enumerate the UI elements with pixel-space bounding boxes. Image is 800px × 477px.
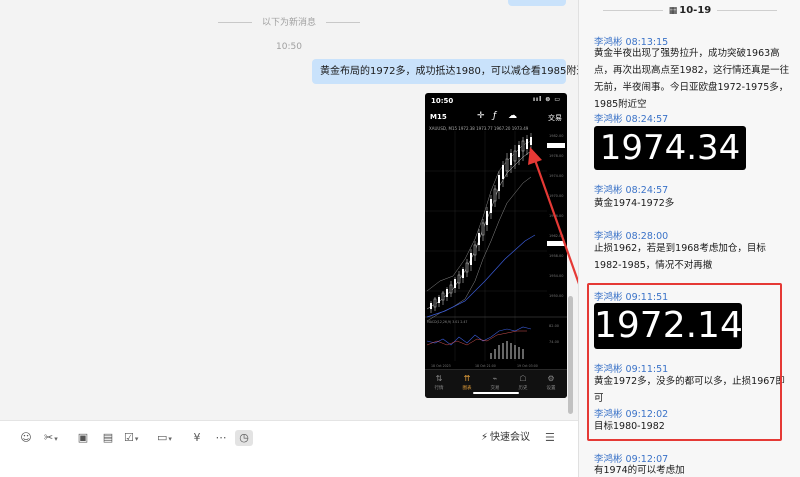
lightning-icon: ⚡ <box>481 432 489 443</box>
crosshair-icon: ✛ <box>477 111 485 121</box>
message-text[interactable]: 有1974的可以考虑加 <box>594 462 792 477</box>
date-label: 10-19 <box>679 5 712 16</box>
shared-screenshot-image[interactable]: 10:50 ııl ⊜ ▭ M15 ✛ ƒ ☁ 交易 XAUUSD, M15 1… <box>425 93 567 398</box>
phone-status-bar: 10:50 ııl ⊜ ▭ <box>425 93 567 109</box>
svg-text:MACD(12,26,9) 3.01 2.47: MACD(12,26,9) 3.01 2.47 <box>427 320 467 324</box>
task-checkbox-icon[interactable]: ☑ <box>124 430 138 446</box>
new-messages-divider: 以下为新消息 <box>0 15 578 28</box>
trade-icon: ⌁ <box>492 374 498 383</box>
nav-label: 图表 <box>462 386 472 391</box>
svg-text:82.00: 82.00 <box>549 324 559 328</box>
calendar-icon: ▦ <box>668 6 678 16</box>
trade-label: 交易 <box>548 114 562 122</box>
nav-label: 设置 <box>546 386 556 391</box>
svg-text:74.00: 74.00 <box>549 340 559 344</box>
message-text[interactable]: 止损1962，若是到1968考虑加仓，目标1982-1985，情况不对再撤 <box>594 240 792 274</box>
nav-chart: ⇈ 图表 <box>455 373 479 391</box>
phone-clock: 10:50 <box>431 97 454 105</box>
nav-label: 历史 <box>518 386 528 391</box>
svg-text:1966.00: 1966.00 <box>549 214 563 218</box>
screenshot-scissors-icon[interactable]: ✂ <box>44 430 58 446</box>
highlight-box <box>587 283 782 441</box>
timeframe-label: M15 <box>430 113 447 121</box>
message-text[interactable]: 黄金1974-1972多 <box>594 195 792 212</box>
svg-text:19 Oct 03:00: 19 Oct 03:00 <box>517 364 538 368</box>
svg-text:1982.00: 1982.00 <box>549 134 563 138</box>
phone-chart-toolbar: M15 ✛ ƒ ☁ 交易 <box>425 109 567 125</box>
nav-label: 交易 <box>490 386 500 391</box>
svg-text:1950.00: 1950.00 <box>549 294 563 298</box>
document-icon[interactable]: ▤ <box>100 430 116 446</box>
svg-text:1978.00: 1978.00 <box>549 154 563 158</box>
history-icon: ☖ <box>519 374 527 383</box>
nav-history: ☖ 历史 <box>511 373 535 391</box>
message-input-area[interactable]: ☺ ✂ ▣ ▤ ☑ ▭ ¥ ⋯ ◷ ⚡快速会议 ☰ <box>0 420 578 477</box>
svg-text:18 Oct 2023: 18 Oct 2023 <box>431 364 451 368</box>
candle-icon: ⇈ <box>463 374 471 383</box>
message-text[interactable]: 黄金半夜出现了强势拉升，成功突破1963高点，再次出现高点至1982，这行情还真… <box>594 45 792 113</box>
previous-message-bubble[interactable] <box>508 0 566 6</box>
svg-text:1962.00: 1962.00 <box>549 234 563 238</box>
signal-battery-icon: ııl ⊜ ▭ <box>532 96 561 103</box>
nav-trade: ⌁ 交易 <box>483 373 507 391</box>
outgoing-message-bubble[interactable]: 黄金布局的1972多，成功抵达1980，可以减仓看1985附近 <box>312 59 578 84</box>
divider-label: 以下为新消息 <box>261 18 316 28</box>
settings-icon: ⚙ <box>547 374 555 383</box>
image-icon[interactable]: ▣ <box>75 430 91 446</box>
red-packet-icon[interactable]: ¥ <box>189 430 205 446</box>
price-image[interactable]: 1974.34 <box>594 126 746 170</box>
emoji-icon[interactable]: ☺ <box>18 430 34 446</box>
history-clock-icon[interactable]: ◷ <box>235 430 253 446</box>
message-sender: 李鸿彬 08:24:57 <box>594 114 669 125</box>
function-icon: ƒ <box>493 111 497 121</box>
objects-icon: ☁ <box>508 111 517 121</box>
chat-area: 以下为新消息 10:50 黄金布局的1972多，成功抵达1980，可以减仓看19… <box>0 0 578 420</box>
chat-scrollbar[interactable] <box>568 296 573 414</box>
svg-text:1954.00: 1954.00 <box>549 274 563 278</box>
svg-text:1974.00: 1974.00 <box>549 174 563 178</box>
more-icon[interactable]: ⋯ <box>213 430 229 446</box>
chart-icon: ⇅ <box>435 374 443 383</box>
nav-quotes: ⇅ 行情 <box>427 373 451 391</box>
message-sender: 李鸿彬 08:24:57 <box>594 185 669 196</box>
folder-icon[interactable]: ▭ <box>157 430 172 446</box>
candlestick-chart: 1982.00 1978.00 1974.00 1970.00 1966.00 1962… <box>425 131 567 369</box>
date-header: ▦ 10-19 <box>579 5 800 16</box>
quick-meeting-button[interactable]: ⚡ 快速会议 <box>481 430 530 446</box>
svg-text:18 Oct 21:00: 18 Oct 21:00 <box>475 364 496 368</box>
home-indicator <box>473 392 519 394</box>
chat-record-icon[interactable]: ☰ <box>545 430 555 446</box>
nav-label: 行情 <box>434 386 444 391</box>
message-timestamp: 10:50 <box>276 42 302 52</box>
nav-settings: ⚙ 设置 <box>539 373 563 391</box>
phone-bottom-nav: ⇅ 行情 ⇈ 图表 ⌁ 交易 ☖ 历史 ⚙ 设置 <box>425 369 567 398</box>
svg-text:1958.00: 1958.00 <box>549 254 563 258</box>
quick-meeting-label: 快速会议 <box>490 432 531 443</box>
svg-text:1970.00: 1970.00 <box>549 194 563 198</box>
